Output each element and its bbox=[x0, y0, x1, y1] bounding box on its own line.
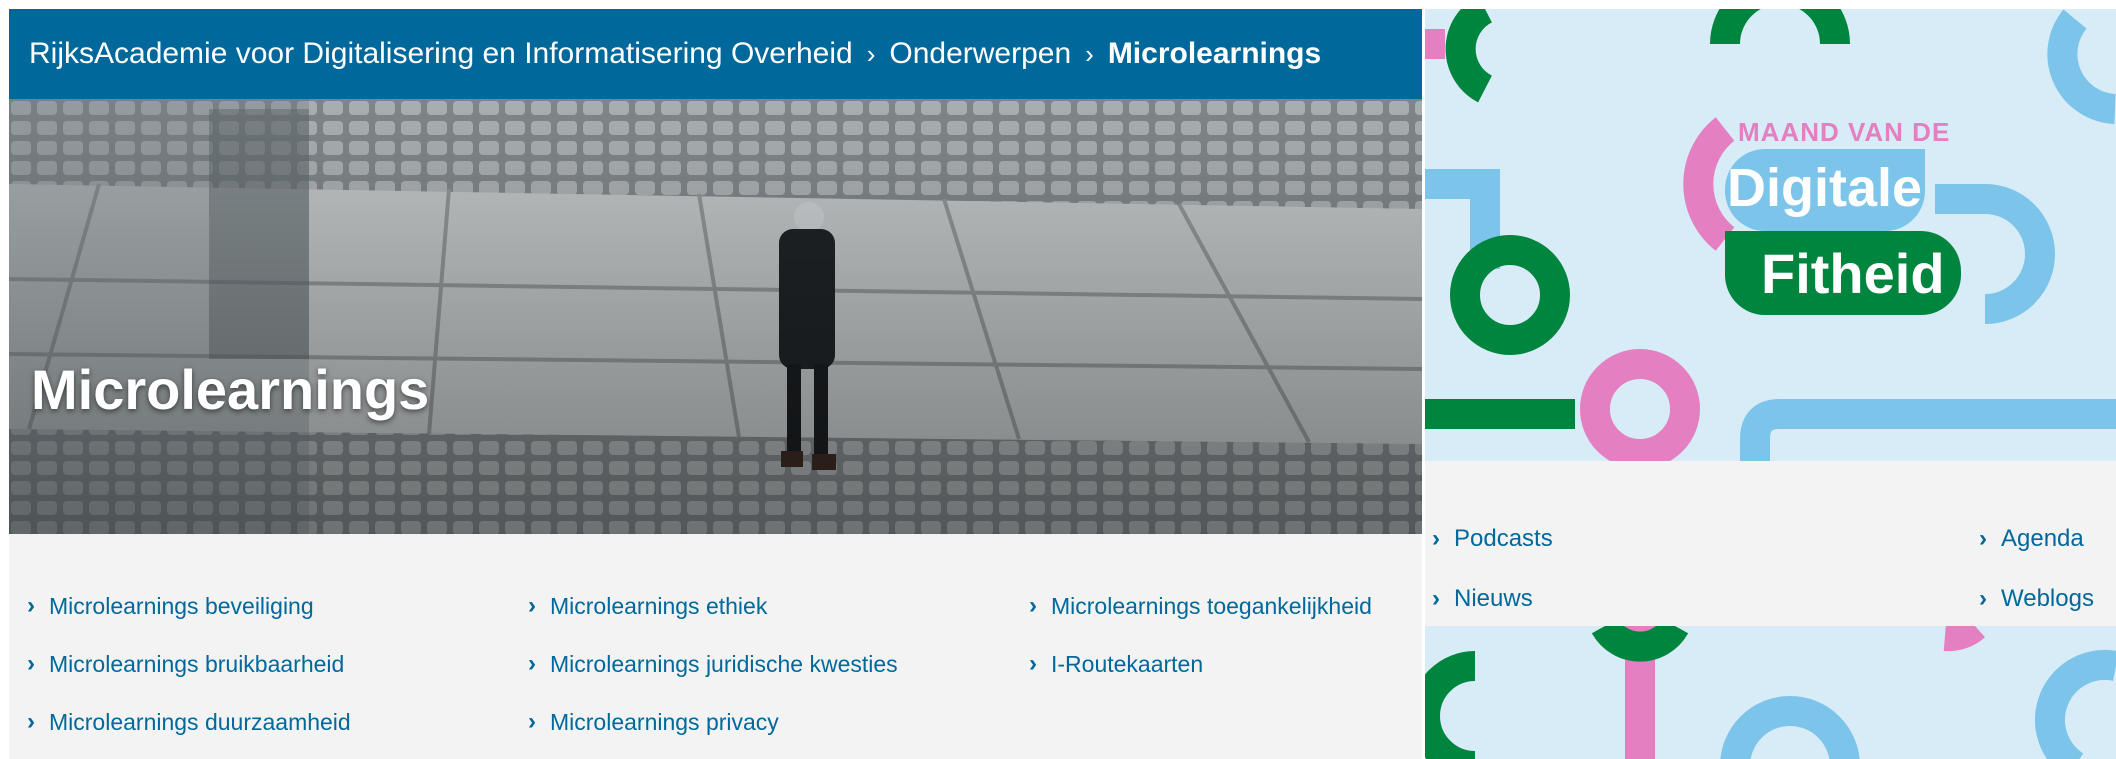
promo-kicker: MAAND VAN DE bbox=[1738, 117, 1951, 147]
chevron-right-icon: › bbox=[1979, 585, 1987, 612]
chevron-right-icon: › bbox=[1432, 525, 1440, 552]
chevron-right-icon: › bbox=[27, 650, 35, 677]
chevron-right-icon: › bbox=[1029, 650, 1037, 677]
hero-banner: Microlearnings bbox=[9, 99, 1422, 534]
topic-link-label: I-Routekaarten bbox=[1051, 650, 1204, 677]
topic-link[interactable]: › Microlearnings duurzaamheid bbox=[27, 708, 351, 736]
quick-link-nieuws[interactable]: › Nieuws bbox=[1432, 585, 1533, 613]
quick-link-agenda[interactable]: › Agenda bbox=[1979, 525, 2084, 553]
topic-link[interactable]: › Microlearnings beveiliging bbox=[27, 592, 314, 620]
sidebar: MAAND VAN DE Digitale Fitheid › Podcasts… bbox=[1425, 9, 2116, 759]
hero-photo bbox=[9, 99, 1422, 534]
topic-link-label: Microlearnings privacy bbox=[550, 708, 779, 735]
chevron-right-icon: › bbox=[866, 38, 876, 69]
chevron-right-icon: › bbox=[27, 592, 35, 619]
chevron-right-icon: › bbox=[1432, 585, 1440, 612]
main-column: RijksAcademie voor Digitalisering en Inf… bbox=[9, 9, 1422, 759]
quick-link-label: Agenda bbox=[2001, 525, 2084, 552]
topic-link-label: Microlearnings toegankelijkheid bbox=[1051, 592, 1372, 619]
topic-link[interactable]: › Microlearnings bruikbaarheid bbox=[27, 650, 344, 678]
breadcrumb: RijksAcademie voor Digitalisering en Inf… bbox=[9, 9, 1422, 99]
chevron-right-icon: › bbox=[1085, 38, 1094, 69]
chevron-right-icon: › bbox=[27, 708, 35, 735]
breadcrumb-parent-link[interactable]: Onderwerpen bbox=[889, 37, 1071, 71]
page-title: Microlearnings bbox=[31, 358, 430, 421]
chevron-right-icon: › bbox=[528, 650, 536, 677]
topic-link-label: Microlearnings bruikbaarheid bbox=[49, 650, 345, 677]
quick-link-label: Nieuws bbox=[1454, 585, 1533, 612]
promo-banner-lower bbox=[1425, 626, 2116, 759]
quick-link-label: Weblogs bbox=[2001, 585, 2094, 612]
quick-link-label: Podcasts bbox=[1454, 525, 1553, 552]
topic-link[interactable]: › Microlearnings ethiek bbox=[528, 592, 767, 620]
promo-title-line1: Digitale bbox=[1727, 158, 1923, 218]
topic-link-label: Microlearnings ethiek bbox=[550, 592, 768, 619]
promo-banner[interactable]: MAAND VAN DE Digitale Fitheid bbox=[1425, 9, 2116, 461]
quick-links-panel: › Podcasts › Agenda › Nieuws › Weblogs bbox=[1425, 461, 2116, 634]
topic-link[interactable]: › Microlearnings juridische kwesties bbox=[528, 650, 898, 678]
chevron-right-icon: › bbox=[1979, 525, 1987, 552]
chevron-right-icon: › bbox=[1029, 592, 1037, 619]
topic-link[interactable]: › Microlearnings privacy bbox=[528, 708, 779, 736]
chevron-right-icon: › bbox=[528, 592, 536, 619]
topic-link[interactable]: › Microlearnings toegankelijkheid bbox=[1029, 592, 1372, 620]
quick-link-podcasts[interactable]: › Podcasts bbox=[1432, 525, 1553, 553]
topic-link-label: Microlearnings beveiliging bbox=[49, 592, 314, 619]
topic-link-label: Microlearnings juridische kwesties bbox=[550, 650, 898, 677]
breadcrumb-current: Microlearnings bbox=[1107, 37, 1322, 70]
promo-title-line2: Fitheid bbox=[1761, 242, 1945, 305]
topic-links-panel: › Microlearnings beveiliging › Microlear… bbox=[9, 534, 1422, 759]
topic-link-label: Microlearnings duurzaamheid bbox=[49, 708, 351, 735]
quick-link-weblogs[interactable]: › Weblogs bbox=[1979, 585, 2094, 613]
topic-link[interactable]: › I-Routekaarten bbox=[1029, 650, 1203, 678]
promo-pattern-lower bbox=[1425, 626, 2116, 759]
chevron-right-icon: › bbox=[528, 708, 536, 735]
breadcrumb-root-link[interactable]: RijksAcademie voor Digitalisering en Inf… bbox=[29, 37, 853, 71]
